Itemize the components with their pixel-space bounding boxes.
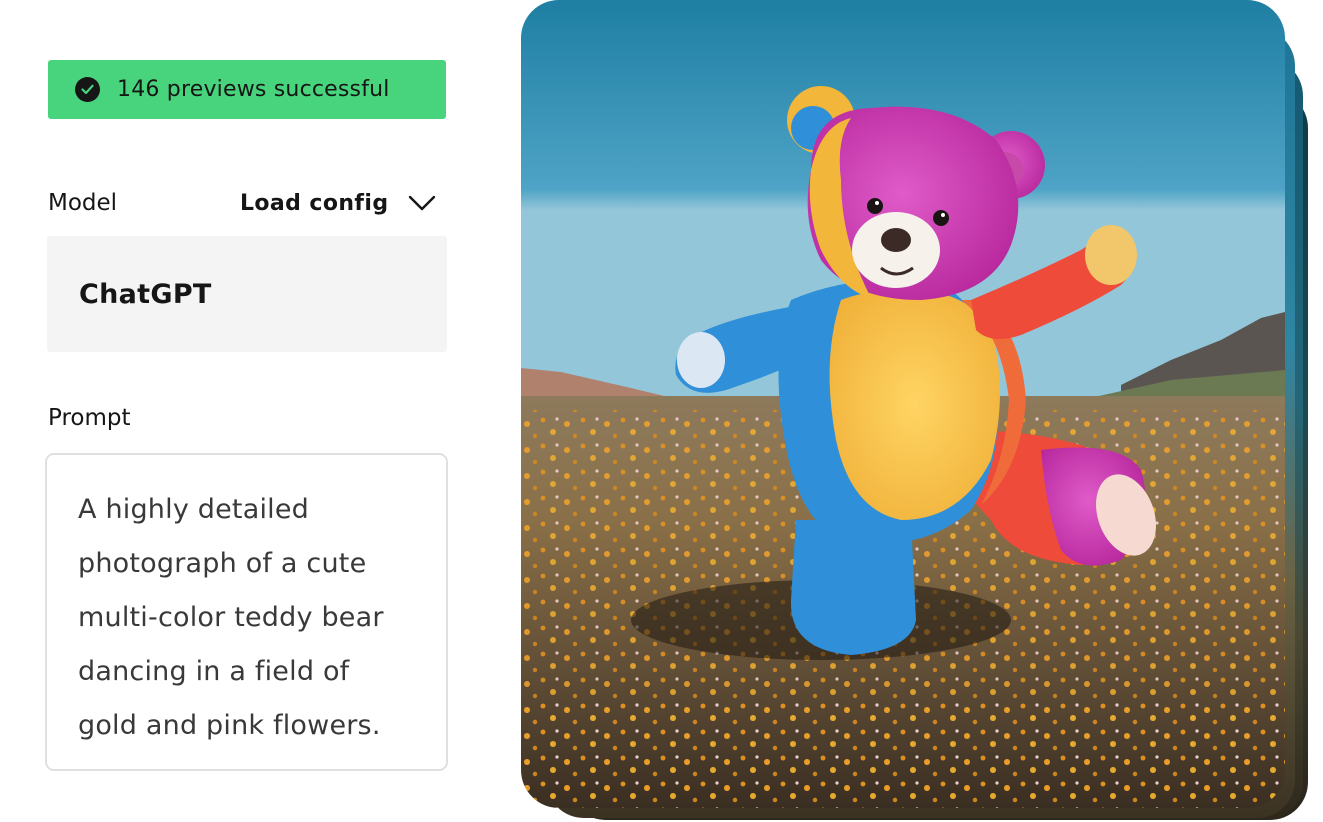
prompt-line: multi-color teddy bear xyxy=(78,602,384,633)
model-label: Model xyxy=(48,190,118,216)
load-config-label: Load config xyxy=(240,190,389,216)
generation-panel: 146 previews successful Model Load confi… xyxy=(0,0,496,822)
model-value: ChatGPT xyxy=(79,278,212,310)
check-circle-icon xyxy=(75,77,100,102)
status-banner: 146 previews successful xyxy=(48,60,446,119)
chevron-down-icon xyxy=(409,195,436,211)
prompt-textarea[interactable]: A highly detailed photograph of a cute m… xyxy=(45,453,448,771)
app-canvas: 146 previews successful Model Load confi… xyxy=(0,0,1323,822)
prompt-text: A highly detailed photograph of a cute m… xyxy=(78,483,416,753)
generated-image-preview[interactable] xyxy=(521,0,1285,808)
prompt-line: gold and pink flowers. xyxy=(78,710,381,741)
load-config-dropdown[interactable]: Load config xyxy=(240,183,436,223)
prompt-line: A highly detailed xyxy=(78,494,310,525)
model-select[interactable]: ChatGPT xyxy=(47,236,447,352)
prompt-line: photograph of a cute xyxy=(78,548,367,579)
teddy-bear-photo xyxy=(521,0,1285,808)
prompt-line: dancing in a field of xyxy=(78,656,350,687)
status-text: 146 previews successful xyxy=(117,77,390,102)
prompt-label: Prompt xyxy=(48,405,131,431)
